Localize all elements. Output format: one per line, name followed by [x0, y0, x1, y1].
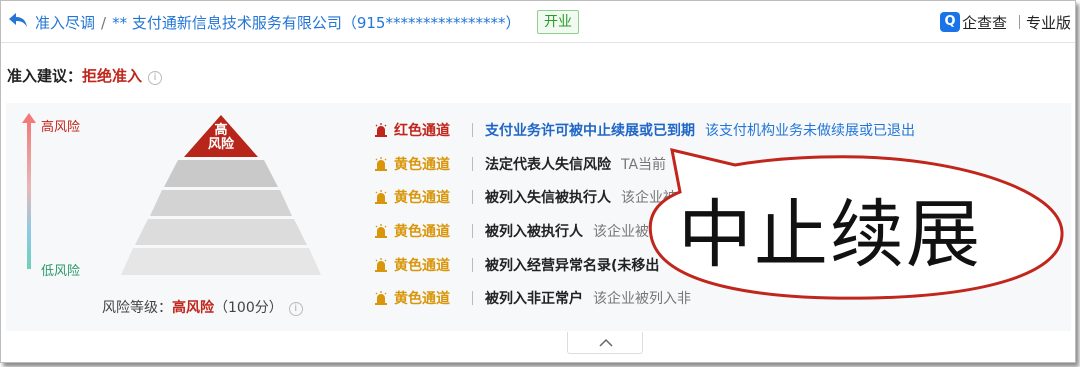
risk-pyramid: 高 风险: [121, 115, 321, 277]
pyramid-top-label-2: 风险: [207, 137, 234, 152]
risk-title[interactable]: 被列入非正常户: [485, 288, 583, 308]
breadcrumb-root-link[interactable]: 准入尽调: [35, 14, 95, 32]
chevron-up-icon: [599, 338, 613, 347]
risk-title[interactable]: 被列入经营异常名录(未移出: [485, 255, 659, 275]
pyramid-level-3: [150, 190, 292, 216]
brand-name: 企查查: [961, 13, 1007, 32]
callout-text: 中止续展: [678, 192, 982, 278]
back-arrow-icon[interactable]: [7, 11, 29, 29]
grade-info-icon[interactable]: i: [288, 302, 303, 316]
brand-divider: [1018, 15, 1020, 29]
risk-title[interactable]: 被列入失信被执行人: [485, 187, 611, 207]
window-frame: 准入尽调 / ** 支付通新信息技术服务有限公司（915**************…: [0, 0, 1076, 363]
alarm-light-icon: [375, 123, 387, 137]
alarm-light-icon: [375, 258, 387, 272]
risk-row[interactable]: 红色通道 支付业务许可被中止续展或已到期 该支付机构业务未做续展或已退出: [375, 119, 915, 141]
alarm-light-icon: [375, 157, 387, 171]
risk-title-link[interactable]: 支付业务许可被中止续展或已到期: [485, 120, 695, 140]
risk-desc: 该支付机构业务未做续展或已退出: [705, 123, 915, 139]
risk-title[interactable]: 法定代表人失信风险: [485, 154, 611, 174]
risk-row[interactable]: 黄色通道 被列入失信被执行人 该企业被: [375, 186, 677, 208]
header-bar: 准入尽调 / ** 支付通新信息技术服务有限公司（915**************…: [1, 1, 1075, 43]
alarm-light-icon: [375, 291, 387, 305]
channel-label: 黄色通道: [394, 258, 450, 274]
risk-row[interactable]: 黄色通道 被列入经营异常名录(未移出: [375, 254, 669, 276]
breadcrumb-separator: /: [101, 14, 107, 32]
risk-desc: 该企业被列入非: [593, 291, 691, 307]
suggestion-value: 拒绝准入: [82, 67, 143, 85]
collapse-button[interactable]: [567, 332, 643, 354]
pyramid-level-2: [164, 160, 278, 187]
risk-desc: TA当前: [621, 157, 667, 173]
pyramid-top-label-1: 高: [214, 123, 228, 138]
risk-row[interactable]: 黄色通道 被列入非正常户 该企业被列入非: [375, 287, 691, 309]
risk-axis: [27, 121, 31, 269]
axis-low-label: 低风险: [41, 264, 81, 279]
divider: [472, 157, 473, 171]
risk-grade: 风险等级：高风险（100分） i: [102, 297, 303, 317]
divider: [472, 224, 473, 238]
risk-desc: 该企业被: [593, 224, 649, 240]
breadcrumb: 准入尽调 / ** 支付通新信息技术服务有限公司（915**************…: [35, 12, 520, 33]
pyramid-level-5: [121, 248, 321, 275]
pyramid-level-4: [135, 219, 307, 245]
grade-value: 高风险: [172, 300, 214, 316]
risk-row[interactable]: 黄色通道 被列入被执行人 该企业被: [375, 220, 649, 242]
channel-label: 黄色通道: [394, 224, 450, 240]
risk-row[interactable]: 黄色通道 法定代表人失信风险 TA当前: [375, 153, 666, 175]
divider: [472, 190, 473, 204]
grade-label: 风险等级：: [102, 300, 172, 316]
channel-label: 黄色通道: [394, 157, 450, 173]
grade-score: （100分）: [214, 300, 283, 316]
risk-desc: 该企业被: [621, 190, 677, 206]
suggestion-label: 准入建议：: [7, 67, 83, 85]
alarm-light-icon: [375, 190, 387, 204]
axis-high-label: 高风险: [41, 120, 81, 135]
edition-label: 专业版: [1025, 13, 1071, 32]
info-icon[interactable]: i: [148, 71, 163, 85]
brand: Q 企查查 专业版: [939, 10, 1071, 34]
divider: [472, 123, 473, 137]
divider: [472, 258, 473, 272]
divider: [472, 291, 473, 305]
risk-title[interactable]: 被列入被执行人: [485, 221, 583, 241]
channel-label: 黄色通道: [394, 291, 450, 307]
channel-label: 红色通道: [394, 123, 450, 139]
admission-suggestion: 准入建议：拒绝准入 i: [7, 65, 163, 86]
channel-label: 黄色通道: [394, 190, 450, 206]
brand-logo-icon: Q: [939, 12, 960, 32]
alarm-light-icon: [375, 224, 387, 238]
company-name[interactable]: ** 支付通新信息技术服务有限公司（915****************）: [112, 14, 520, 32]
status-badge: 开业: [537, 10, 579, 34]
